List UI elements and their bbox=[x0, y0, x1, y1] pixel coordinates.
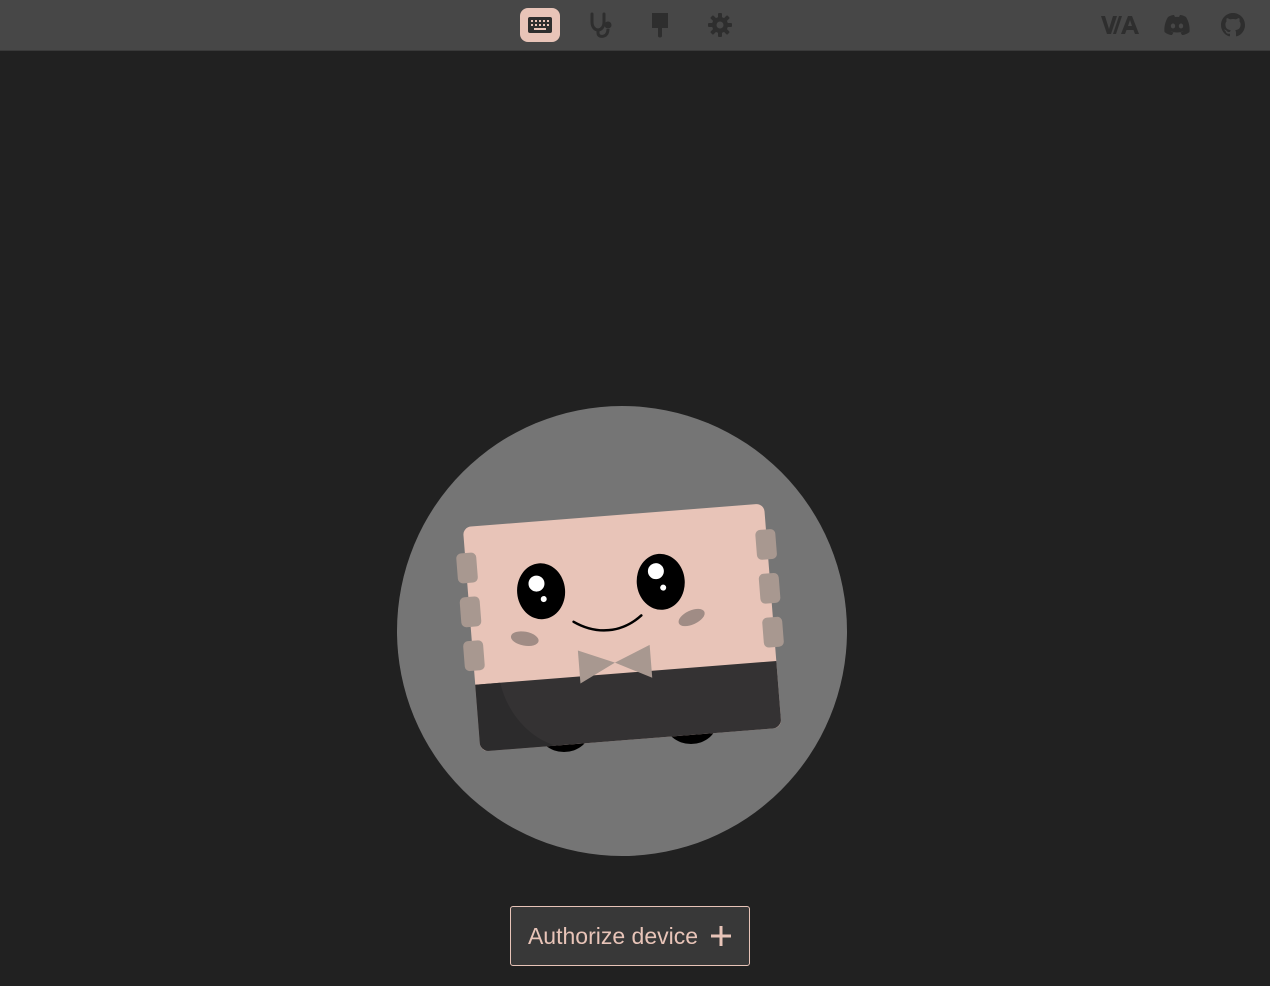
top-navigation-bar bbox=[0, 0, 1270, 51]
github-link[interactable] bbox=[1218, 10, 1248, 40]
nav-configure-button[interactable] bbox=[520, 8, 560, 42]
discord-icon bbox=[1164, 15, 1190, 35]
keyboard-icon bbox=[528, 17, 552, 33]
main-nav bbox=[520, 8, 740, 42]
paintbrush-icon bbox=[652, 13, 668, 38]
github-icon bbox=[1221, 13, 1245, 37]
authorize-device-button[interactable]: Authorize device bbox=[510, 906, 750, 966]
via-logo-link[interactable] bbox=[1098, 10, 1144, 40]
keyboard-mascot-illustration bbox=[397, 406, 847, 856]
plus-icon bbox=[710, 925, 732, 947]
authorize-device-label: Authorize device bbox=[527, 922, 699, 949]
nav-settings-button[interactable] bbox=[700, 8, 740, 42]
stethoscope-icon bbox=[590, 12, 612, 38]
nav-test-button[interactable] bbox=[580, 8, 620, 42]
main-content: Authorize device bbox=[0, 51, 1270, 986]
gear-icon bbox=[708, 13, 732, 37]
discord-link[interactable] bbox=[1160, 10, 1194, 40]
via-logo-icon bbox=[1101, 16, 1139, 34]
nav-design-button[interactable] bbox=[640, 8, 680, 42]
